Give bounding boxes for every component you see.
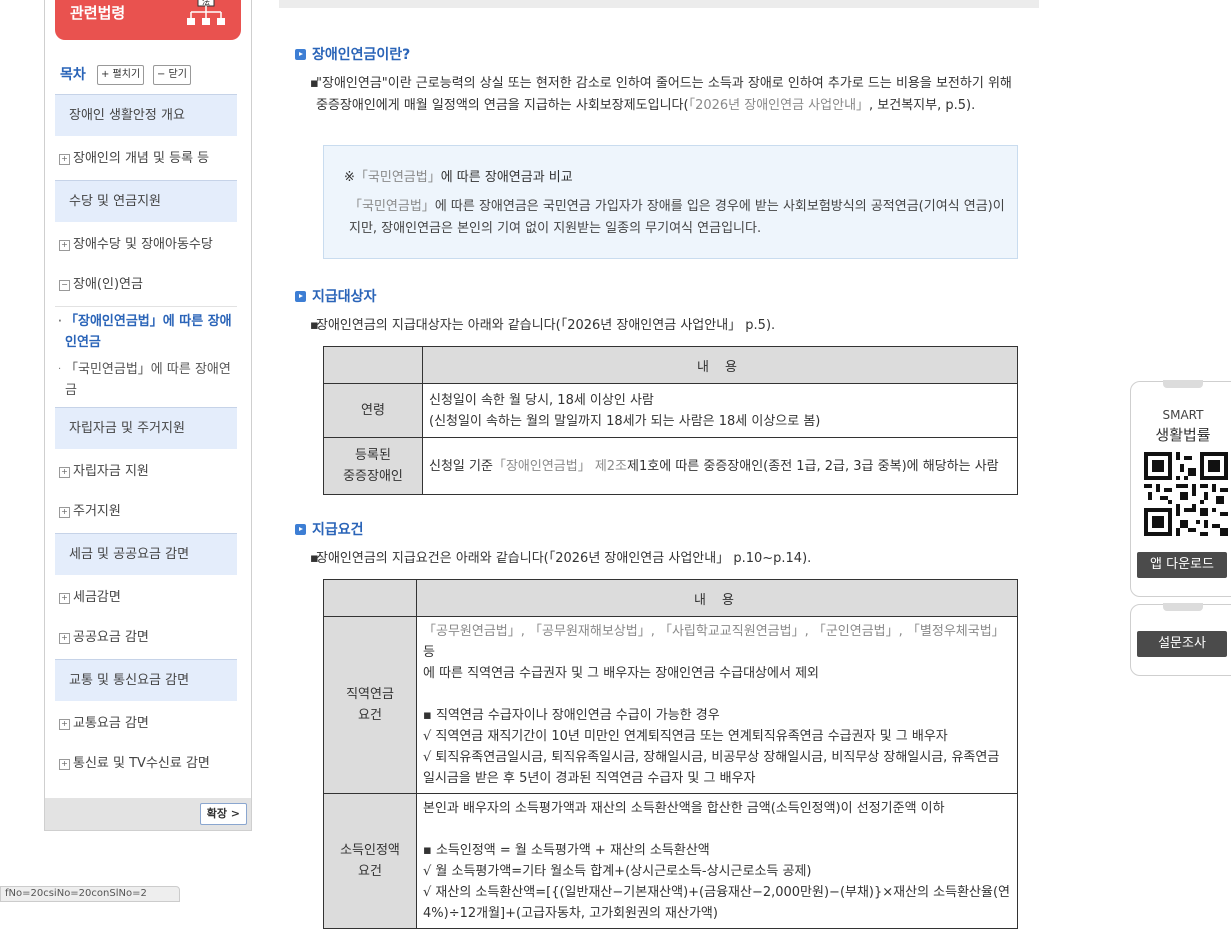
toc-section-tax[interactable]: 세금 및 공공요금 감면 [55,533,237,575]
law-reference-link[interactable]: 「장애인연금법」 제2조 [493,459,627,474]
plus-icon: + [59,633,70,644]
bullet-square: ▪ [310,318,319,333]
bullet-dot: · [58,316,62,327]
toc-item-pension[interactable]: − 장애(인)연금 [59,273,239,292]
row-key: 등록된 중증장애인 [323,437,423,495]
plus-icon: + [59,719,70,730]
row-key: 직역연금 요건 [323,616,417,794]
survey-panel: 설문조사 [1130,603,1231,676]
smart-law-label: 생활법률 [1155,426,1211,444]
plus-icon: + [59,467,70,478]
related-laws-label: 관련법령 [70,4,126,22]
toc-item-allowance[interactable]: + 장애수당 및 장애아동수당 [59,233,239,252]
row-value: 본인과 배우자의 소득평가액과 재산의 소득환산액을 합산한 금액(소득인정액)… [416,793,1018,929]
heading-bullet-icon [295,524,306,535]
table-row: 소득인정액 요건 본인과 배우자의 소득평가액과 재산의 소득환산액을 합산한 금… [323,793,1018,929]
survey-button[interactable]: 설문조사 [1137,631,1227,657]
content-top-bar [279,0,1039,8]
law-reference-link[interactable]: 「국민연금법」 [349,199,435,214]
bullet-dot: · [58,364,62,375]
toc-item-utility-reduction[interactable]: + 공공요금 감면 [59,626,239,645]
divider [55,306,237,307]
eligibility-table: 내 용 연령 신청일이 속한 월 당시, 18세 이상인 사람 (신청일이 속하는… [323,346,1018,495]
table-header: 내 용 [416,579,1018,617]
law-hierarchy-icon: 法 [187,0,225,25]
app-download-button[interactable]: 앱 다운로드 [1137,552,1227,578]
law-reference-link[interactable]: 「공무원연금법」, 「공무원재해보상법」, 「사립학교교직원연금법」, 「군인연… [423,624,1005,639]
table-header-empty [323,579,417,617]
toc-item-tax-reduction[interactable]: + 세금감면 [59,586,239,605]
table-row: 연령 신청일이 속한 월 당시, 18세 이상인 사람 (신청일이 속하는 월의 … [323,383,1018,438]
law-reference-link[interactable]: 「국민연금법」 [355,170,441,185]
status-url: fNo=20csiNo=20conSlNo=2 [0,886,180,902]
expand-panel-button[interactable]: 확장 > [199,803,247,825]
row-value: 신청일이 속한 월 당시, 18세 이상인 사람 (신청일이 속하는 월의 말일까… [422,383,1018,438]
table-header-row: 내 용 [323,346,1018,384]
table-row: 등록된 중증장애인 신청일 기준「장애인연금법」 제2조제1호에 따른 중증장애인… [323,437,1018,495]
plus-icon: + [59,759,70,770]
toc-item-transport-fare[interactable]: + 교통요금 감면 [59,712,239,731]
qr-code-icon [1144,452,1228,536]
minus-icon: − [59,280,70,291]
row-value: 신청일 기준「장애인연금법」 제2조제1호에 따른 중증장애인(종전 1급, 2… [422,437,1018,495]
intro-paragraph: ▪ 장애인연금의 지급대상자는 아래와 같습니다(「2026년 장애인연금 사업안… [310,315,1026,337]
toc-item-telecom[interactable]: + 통신료 및 TV수신료 감면 [59,752,239,771]
toc-leaf-national-pension-act[interactable]: · 「국민연금법」에 따른 장애연금 [58,359,235,401]
svg-text:法: 法 [202,0,210,7]
expand-all-button[interactable]: + 펼치기 [97,65,145,85]
plus-icon: + [59,507,70,518]
note-title: ※「국민연금법」에 따른 장애연금과 비교 [344,170,573,185]
toc-item-concept[interactable]: + 장애인의 개념 및 등록 등 [59,147,239,166]
section-heading: 지급요건 [295,519,364,539]
smart-label: SMART [1162,408,1204,422]
toc-title: 목차 [60,67,86,83]
toc-item-self-reliance-fund[interactable]: + 자립자금 지원 [59,460,239,479]
plus-icon: + [59,240,70,251]
table-header-row: 내 용 [323,579,1018,617]
toc-section-overview[interactable]: 장애인 생활안정 개요 [55,94,237,136]
related-laws-button[interactable]: 관련법령 法 [55,0,241,40]
heading-bullet-icon [295,49,306,60]
definition-paragraph: ▪ "장애인연금"이란 근로능력의 상실 또는 현저한 감소로 인하여 줄어드는 … [310,73,1026,117]
row-key: 소득인정액 요건 [323,793,417,929]
bullet-square: ▪ [310,551,319,566]
panel-tab [1163,380,1203,388]
heading-bullet-icon [295,291,306,302]
smart-app-panel: SMART 생활법률 앱 다운로드 [1130,380,1231,597]
plus-icon: + [59,593,70,604]
row-value: 「공무원연금법」, 「공무원재해보상법」, 「사립학교교직원연금법」, 「군인연… [416,616,1018,794]
note-text: 「국민연금법」에 따른 장애연금은 국민연금 가입자가 장애를 입은 경우에 받… [349,199,1005,236]
toc-item-housing[interactable]: + 주거지원 [59,500,239,519]
sidebar: 관련법령 法 목차 + 펼치기 − 닫기 장애인 생활안정 개요 + 장애인의 개… [44,0,252,831]
toc-section-transport[interactable]: 교통 및 통신요금 감면 [55,659,237,701]
bullet-square: ▪ [310,76,319,91]
toc-leaf-disabled-pension-act[interactable]: · 「장애인연금법」에 따른 장애인연금 [58,311,235,353]
toc-section-allowance[interactable]: 수당 및 연금지원 [55,180,237,222]
table-row: 직역연금 요건 「공무원연금법」, 「공무원재해보상법」, 「사립학교교직원연금법… [323,616,1018,794]
intro-paragraph: ▪ 장애인연금의 지급요건은 아래와 같습니다(「2026년 장애인연금 사업안내… [310,548,1026,570]
plus-icon: + [59,154,70,165]
table-header-empty [323,346,423,384]
panel-tab [1163,603,1203,611]
table-header: 내 용 [422,346,1018,384]
toc-section-self-reliance[interactable]: 자립자금 및 주거지원 [55,407,237,449]
note-box: ※「국민연금법」에 따른 장애연금과 비교 「국민연금법」에 따른 장애연금은 … [323,145,1018,259]
section-heading: 지급대상자 [295,286,376,306]
law-reference-link[interactable]: 「2026년 장애인연금 사업안내」 [689,98,869,113]
row-key: 연령 [323,383,423,438]
requirements-table: 내 용 직역연금 요건 「공무원연금법」, 「공무원재해보상법」, 「사립학교교직… [323,579,1018,929]
section-heading: 장애인연금이란? [295,44,410,64]
collapse-all-button[interactable]: − 닫기 [153,65,191,85]
sidebar-footer: 확장 > [45,798,251,830]
